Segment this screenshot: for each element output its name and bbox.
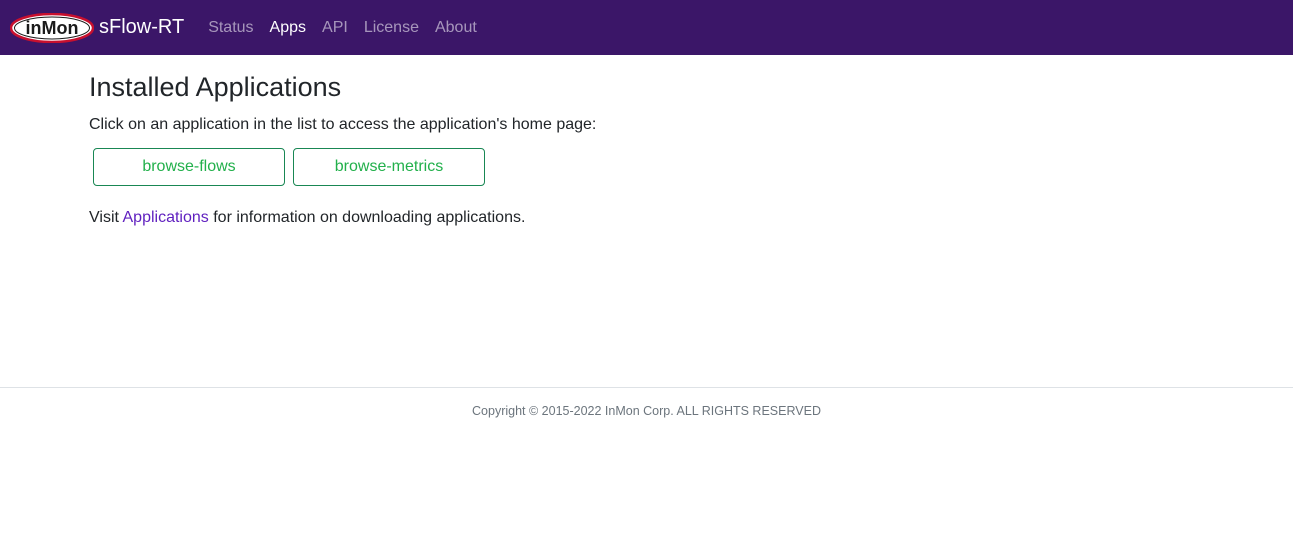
top-navbar: inMon sFlow-RT Status Apps API License A… <box>0 0 1293 55</box>
logo-text: inMon <box>26 18 79 38</box>
nav-about[interactable]: About <box>427 19 485 37</box>
footer: Copyright © 2015-2022 InMon Corp. ALL RI… <box>0 387 1293 420</box>
nav-api[interactable]: API <box>314 19 356 37</box>
copyright-text: Copyright © 2015-2022 InMon Corp. ALL RI… <box>472 404 821 418</box>
inmon-logo: inMon <box>10 12 94 43</box>
nav-apps[interactable]: Apps <box>262 19 314 37</box>
main-nav: Status Apps API License About <box>200 19 485 37</box>
main-content: Installed Applications Click on an appli… <box>89 70 1189 228</box>
visit-suffix: for information on downloading applicati… <box>208 209 526 226</box>
visit-prefix: Visit <box>89 209 123 226</box>
brand-name: sFlow-RT <box>99 16 185 38</box>
visit-text: Visit Applications for information on do… <box>89 208 1189 228</box>
app-button-browse-flows[interactable]: browse-flows <box>93 148 285 186</box>
applications-link[interactable]: Applications <box>123 209 209 226</box>
nav-status[interactable]: Status <box>200 19 261 37</box>
brand-link[interactable]: inMon sFlow-RT <box>10 12 185 43</box>
app-list: browse-flows browse-metrics <box>93 148 1189 186</box>
app-button-browse-metrics[interactable]: browse-metrics <box>293 148 485 186</box>
page-title: Installed Applications <box>89 72 342 102</box>
intro-text: Click on an application in the list to a… <box>89 116 597 133</box>
nav-license[interactable]: License <box>356 19 427 37</box>
